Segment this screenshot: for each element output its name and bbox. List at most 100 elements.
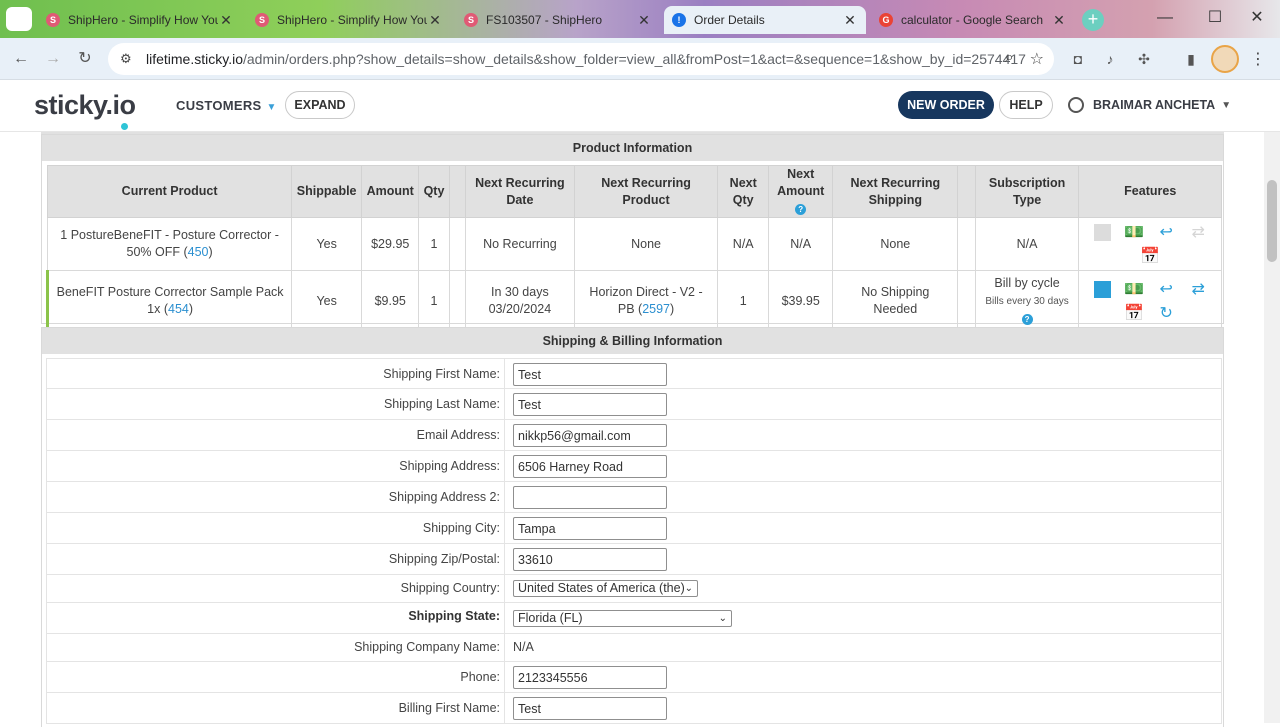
help-button[interactable]: HELP xyxy=(999,91,1053,119)
help-question-icon[interactable]: ? xyxy=(1021,314,1033,325)
swap-arrows-icon[interactable]: ⇄ xyxy=(1187,223,1209,241)
table-row: 1 PostureBeneFIT - Posture Corrector - 5… xyxy=(46,217,1222,271)
tab-search-button[interactable] xyxy=(6,7,32,31)
form-row-last-name: Shipping Last Name: xyxy=(46,389,1222,420)
window-close-icon[interactable]: ✕ xyxy=(1234,0,1280,38)
next-recurring-date-cell: No Recurring xyxy=(464,217,575,271)
current-product-cell: 1 PostureBeneFIT - Posture Corrector - 5… xyxy=(46,217,293,271)
phone-field[interactable] xyxy=(513,666,667,689)
shipping-form: Shipping First Name: Shipping Last Name:… xyxy=(46,358,1222,724)
reload-icon[interactable]: ↻ xyxy=(74,48,96,70)
next-amount-cell: N/A xyxy=(768,217,834,271)
page-scrollbar[interactable] xyxy=(1264,132,1280,723)
new-order-button[interactable]: NEW ORDER xyxy=(898,91,994,119)
close-tab-icon[interactable]: ✕ xyxy=(842,12,858,29)
subscription-detail: Bills every 30 days xyxy=(985,296,1069,307)
billing-money-icon[interactable]: 💵 xyxy=(1123,223,1145,241)
col-features: Features xyxy=(1078,165,1222,218)
extensions-puzzle-icon[interactable]: ✣ xyxy=(1134,49,1154,69)
form-row-billing-first-name: Billing First Name: xyxy=(46,693,1222,724)
product-id-link[interactable]: 450 xyxy=(188,245,209,259)
browser-tab-fs103507[interactable]: S FS103507 - ShipHero ✕ xyxy=(456,6,660,34)
logo-dot-icon xyxy=(121,123,128,130)
qty-cell: 1 xyxy=(418,270,450,332)
amount-cell: $9.95 xyxy=(361,270,420,332)
subscription-type: Bill by cycle xyxy=(994,276,1060,290)
shipping-state-value: Florida (FL) xyxy=(518,611,583,625)
shipping-city-field[interactable] xyxy=(513,517,667,540)
browser-tab-shiphero-2[interactable]: S ShipHero - Simplify How You ✕ xyxy=(247,6,451,34)
help-question-icon[interactable]: ? xyxy=(795,204,807,215)
url-omnibox[interactable]: ⚙ lifetime.sticky.io/admin/orders.php?sh… xyxy=(108,43,1054,75)
refund-reply-icon[interactable]: ↩ xyxy=(1155,280,1177,298)
shipping-state-select[interactable]: Florida (FL) ⌄ xyxy=(513,610,732,627)
back-arrow-icon[interactable]: ← xyxy=(10,48,32,70)
form-row-city: Shipping City: xyxy=(46,513,1222,544)
col-next-qty: Next Qty xyxy=(717,165,770,218)
shipping-last-name-field[interactable] xyxy=(513,393,667,416)
email-address-label: Email Address: xyxy=(47,420,505,450)
close-tab-icon[interactable]: ✕ xyxy=(1051,12,1067,29)
chevron-down-icon: ⌄ xyxy=(684,583,693,594)
screenshot-extension-icon[interactable]: ◘ xyxy=(1068,49,1088,69)
close-tab-icon[interactable]: ✕ xyxy=(218,12,234,29)
col-amount: Amount xyxy=(361,165,420,218)
refresh-icon[interactable]: ↻ xyxy=(1155,304,1177,322)
site-settings-icon[interactable]: ⚙ xyxy=(120,51,138,67)
expand-button[interactable]: EXPAND xyxy=(285,91,355,119)
bookmark-star-icon[interactable]: ☆ xyxy=(1030,49,1044,69)
form-row-country: Shipping Country: United States of Ameri… xyxy=(46,575,1222,603)
shipping-address-label: Shipping Address: xyxy=(47,451,505,481)
user-menu[interactable]: BRAIMAR ANCHETA ▼ xyxy=(1068,97,1231,113)
calendar-icon[interactable]: 📅 xyxy=(1139,247,1161,265)
shipping-country-value: United States of America (the) xyxy=(518,581,685,595)
close-tab-icon[interactable]: ✕ xyxy=(636,12,652,29)
next-product-id-link[interactable]: 2597 xyxy=(642,302,670,316)
product-id-link[interactable]: 454 xyxy=(168,302,189,316)
checkbox-icon[interactable] xyxy=(1091,223,1113,241)
spacer-cell xyxy=(957,217,976,271)
next-recurring-product-cell: Horizon Direct - V2 - PB (2597) xyxy=(573,270,719,332)
browser-tab-calculator[interactable]: G calculator - Google Search ✕ xyxy=(871,6,1075,34)
spacer-cell xyxy=(957,270,976,332)
profile-avatar[interactable] xyxy=(1211,45,1239,73)
billing-money-icon[interactable]: 💵 xyxy=(1123,280,1145,298)
scrollbar-thumb[interactable] xyxy=(1267,180,1277,262)
new-tab-button[interactable]: + xyxy=(1082,9,1104,31)
shippable-cell: Yes xyxy=(291,270,363,332)
refund-reply-icon[interactable]: ↩ xyxy=(1155,223,1177,241)
phone-label: Phone: xyxy=(47,662,505,692)
browser-tab-shiphero-1[interactable]: S ShipHero - Simplify How You ✕ xyxy=(38,6,242,34)
user-icon xyxy=(1068,97,1084,113)
customers-menu[interactable]: CUSTOMERS ▼ xyxy=(176,98,277,113)
swap-arrows-icon[interactable]: ⇄ xyxy=(1187,280,1209,298)
browser-menu-icon[interactable]: ⋮ xyxy=(1250,49,1266,69)
calendar-icon[interactable]: 📅 xyxy=(1123,304,1145,322)
billing-first-name-field[interactable] xyxy=(513,697,667,720)
zoom-icon[interactable]: ⌕ xyxy=(1005,49,1014,69)
shipping-first-name-field[interactable] xyxy=(513,363,667,386)
close-tab-icon[interactable]: ✕ xyxy=(427,12,443,29)
next-amount-cell: $39.95 xyxy=(768,270,834,332)
form-row-address: Shipping Address: xyxy=(46,451,1222,482)
sticky-logo[interactable]: sticky.io xyxy=(34,90,136,130)
subscription-type-cell: Bill by cycle Bills every 30 days? xyxy=(974,270,1080,332)
browser-tab-order-details[interactable]: ! Order Details ✕ xyxy=(664,6,866,34)
email-address-field[interactable] xyxy=(513,424,667,447)
maximize-icon[interactable]: ☐ xyxy=(1192,0,1238,38)
qty-cell: 1 xyxy=(418,217,450,271)
shipping-address-field[interactable] xyxy=(513,455,667,478)
shipping-country-select[interactable]: United States of America (the) ⌄ xyxy=(513,580,698,597)
microphone-icon[interactable]: ♪ xyxy=(1100,49,1120,69)
form-row-address2: Shipping Address 2: xyxy=(46,482,1222,513)
checkbox-icon[interactable] xyxy=(1091,280,1113,298)
shipping-address-2-field[interactable] xyxy=(513,486,667,509)
forward-arrow-icon[interactable]: → xyxy=(42,48,64,70)
col-subscription-type: Subscription Type xyxy=(974,165,1080,218)
shiphero-favicon-icon: S xyxy=(464,13,478,27)
side-panel-icon[interactable]: ▮ xyxy=(1181,49,1201,69)
minimize-icon[interactable]: — xyxy=(1142,0,1188,38)
shipping-zip-field[interactable] xyxy=(513,548,667,571)
next-shipping-cell: No Shipping Needed xyxy=(832,270,959,332)
next-qty-cell: N/A xyxy=(717,217,770,271)
